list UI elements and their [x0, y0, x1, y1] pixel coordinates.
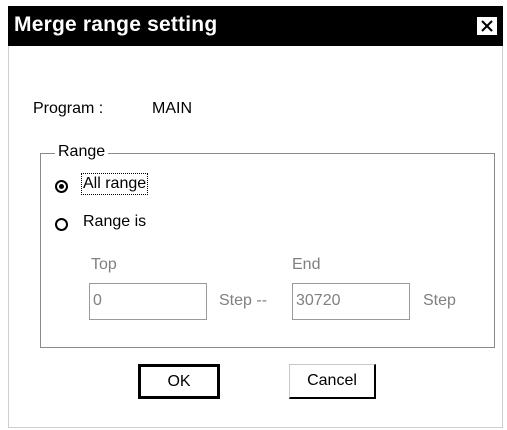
end-label: End [292, 256, 321, 273]
cancel-button[interactable]: Cancel [289, 364, 376, 399]
range-group-label: Range [55, 143, 109, 161]
end-step-input[interactable]: 30720 [292, 283, 410, 320]
top-step-input[interactable]: 0 [89, 283, 207, 320]
all-range-radio[interactable] [55, 180, 68, 193]
title-bar: Merge range setting [8, 6, 503, 46]
range-is-radio[interactable] [55, 218, 68, 231]
top-label: Top [91, 256, 117, 273]
ok-button[interactable]: OK [138, 364, 220, 399]
step-after-label: Step [423, 292, 456, 309]
dialog-title: Merge range setting [14, 13, 218, 36]
close-button[interactable] [476, 16, 498, 36]
dialog-body: Program : MAIN Range All range Range is … [8, 46, 503, 428]
range-is-label[interactable]: Range is [83, 213, 146, 231]
radio-selected-dot [59, 184, 64, 189]
close-icon [481, 20, 493, 32]
program-label: Program : [33, 100, 104, 117]
all-range-label[interactable]: All range [80, 173, 149, 195]
merge-range-dialog: Merge range setting Program : MAIN Range… [8, 6, 503, 428]
program-value: MAIN [152, 100, 192, 117]
step-between-label: Step -- [219, 292, 268, 309]
